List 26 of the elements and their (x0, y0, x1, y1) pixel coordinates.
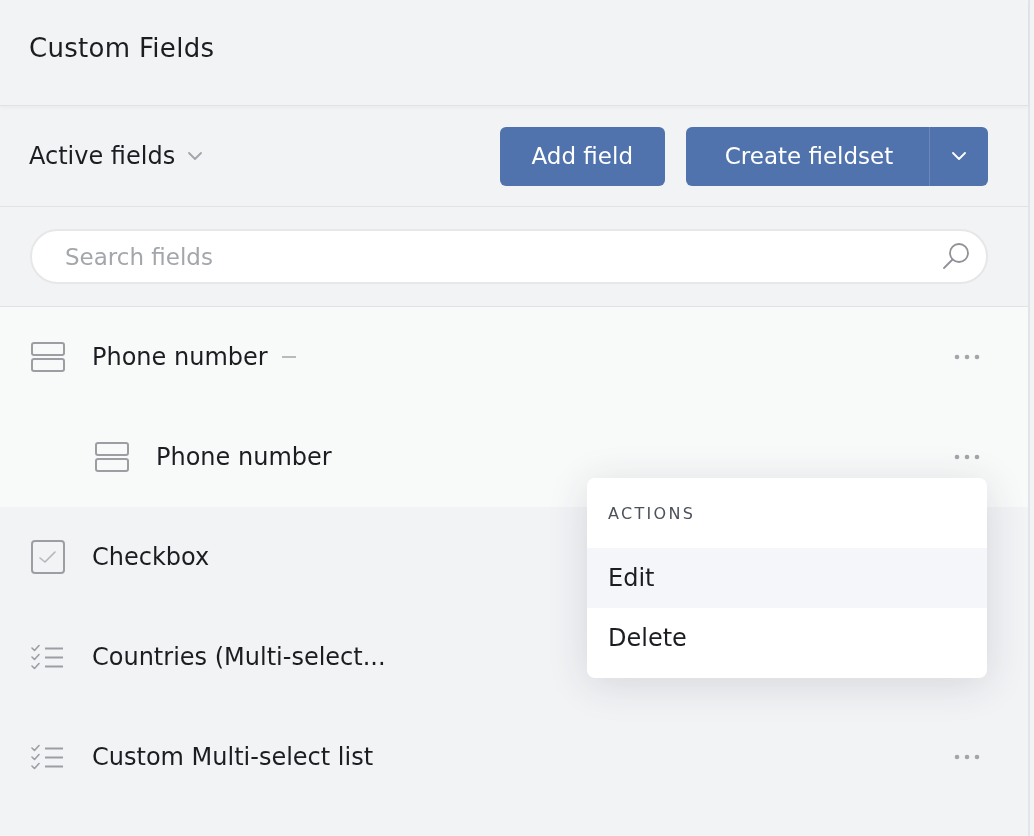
more-icon (954, 454, 980, 460)
field-name: Countries (Multi-select... (92, 643, 386, 671)
checklist-icon (31, 744, 65, 770)
field-name: Custom Multi-select list (92, 743, 374, 771)
stacked-rows-icon (31, 342, 65, 372)
menu-item[interactable]: Delete (587, 608, 987, 668)
minus-icon (281, 356, 296, 358)
menu-heading: ACTIONS (607, 502, 697, 525)
stacked-rows-icon (95, 442, 129, 472)
add-field-button[interactable]: Add field (499, 126, 665, 186)
create-fieldset-button[interactable]: Create fieldset (686, 126, 929, 186)
field-name: Phone number (156, 443, 332, 471)
chevron-down-icon (952, 152, 966, 160)
dropdown-button[interactable] (929, 126, 988, 186)
checklist-icon (31, 644, 65, 670)
filter-dropdown[interactable]: Active fields (29, 142, 203, 170)
field-name: Checkbox (92, 543, 210, 571)
chevron-down-icon (188, 152, 203, 160)
checkbox-icon (31, 540, 65, 574)
page-title: Custom Fields (29, 32, 215, 63)
search-icon (942, 242, 970, 270)
search-field[interactable]: Search fields (30, 229, 988, 284)
more-icon (954, 354, 980, 360)
menu-item[interactable]: Edit (587, 548, 987, 608)
more-icon (954, 754, 980, 760)
field-name: Phone number (92, 343, 268, 371)
